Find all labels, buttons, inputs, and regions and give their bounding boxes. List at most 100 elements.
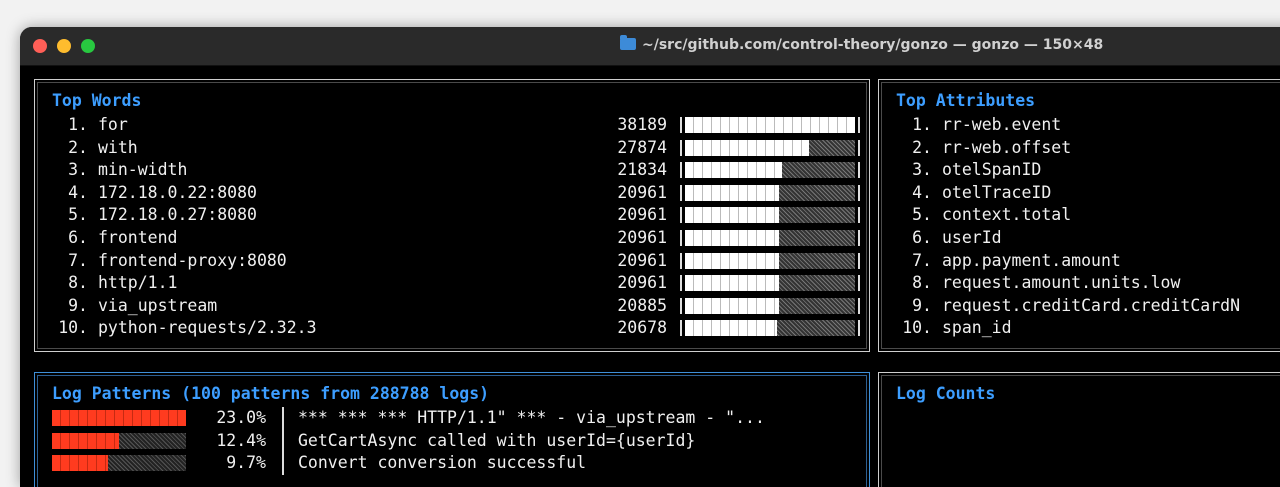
log-counts-panel[interactable]: Log Counts: [878, 372, 1280, 487]
count-bar: [680, 320, 860, 337]
word-count: 27874: [617, 137, 667, 157]
word-count: 20885: [617, 295, 667, 315]
rank: 4.: [68, 182, 88, 202]
top-attribute-row: 5. context.total: [896, 204, 1280, 227]
window-title: ~/src/github.com/control-theory/gonzo — …: [642, 37, 1104, 53]
top-attribute-row: 10. span_id: [896, 317, 1280, 340]
rank: 9.: [68, 295, 88, 315]
count-bar: [680, 207, 860, 224]
pattern-bar: [52, 410, 186, 426]
bar-fill: [685, 230, 779, 246]
word-label: 172.18.0.27:8080: [98, 205, 257, 225]
count-bar: [680, 162, 860, 179]
word-label: python-requests/2.32.3: [98, 318, 317, 338]
bar-track: [685, 230, 855, 246]
log-pattern-row: 9.7% Convert conversion successful: [52, 452, 852, 475]
attribute-label: request.amount.units.low: [942, 273, 1181, 293]
pattern-text: Convert conversion successful: [298, 453, 587, 473]
word-label: frontend: [98, 228, 178, 247]
top-attribute-row: 6. userId: [896, 227, 1280, 250]
attribute-label: otelTraceID: [942, 182, 1052, 202]
log-counts-title: Log Counts: [896, 384, 996, 403]
top-word-row: 2. with 27874: [52, 137, 860, 160]
pattern-bar: [52, 455, 186, 472]
attribute-label: otelSpanID: [942, 160, 1042, 180]
rank: 10.: [902, 318, 932, 338]
rank: 8.: [68, 273, 88, 293]
attribute-label: request.creditCard.creditCardN: [942, 295, 1241, 315]
log-pattern-row: 23.0% *** *** *** HTTP/1.1" *** - via_ups…: [52, 407, 852, 430]
word-count: 20961: [617, 205, 667, 225]
word-label: for: [98, 115, 128, 134]
pattern-bar-fill: [52, 410, 186, 426]
top-attributes-title: Top Attributes: [896, 91, 1036, 110]
rank: 2.: [68, 137, 88, 157]
top-attribute-row: 7. app.payment.amount: [896, 250, 1280, 273]
top-word-row: 1. for 38189: [52, 114, 860, 137]
top-word-row: 5. 172.18.0.27:8080 20961: [52, 204, 860, 227]
top-word-row: 8. http/1.1 20961: [52, 272, 860, 295]
word-count: 20961: [617, 228, 667, 247]
bar-track: [685, 184, 855, 201]
word-label: with: [98, 137, 138, 157]
word-label: http/1.1: [98, 273, 178, 293]
rank: 7.: [912, 250, 932, 270]
pattern-text: *** *** *** HTTP/1.1" *** - via_upstream…: [298, 408, 765, 427]
top-attributes-panel[interactable]: Top Attributes 1. rr-web.event 2. rr-web.of…: [878, 79, 1280, 352]
title-bar: ~/src/github.com/control-theory/gonzo — …: [20, 27, 1280, 66]
word-count: 38189: [617, 115, 667, 134]
minimize-button[interactable]: [57, 39, 71, 53]
rank: 10.: [58, 318, 88, 338]
rank: 6.: [912, 228, 932, 247]
rank: 3.: [68, 160, 88, 180]
pattern-percent: 23.0%: [216, 408, 266, 427]
bar-track: [685, 139, 855, 156]
count-bar: [680, 297, 860, 314]
top-attribute-row: 9. request.creditCard.creditCardN: [896, 295, 1280, 318]
word-label: 172.18.0.22:8080: [98, 182, 257, 202]
terminal-window: ~/src/github.com/control-theory/gonzo — …: [20, 27, 1280, 487]
top-word-row: 3. min-width 21834: [52, 159, 860, 182]
rank: 1.: [912, 115, 932, 134]
attribute-label: context.total: [942, 205, 1072, 225]
bar-track: [685, 320, 855, 337]
pattern-bar: [52, 432, 186, 449]
rank: 9.: [912, 295, 932, 315]
attribute-label: rr-web.offset: [942, 137, 1072, 157]
folder-icon: [620, 35, 636, 50]
word-label: min-width: [98, 160, 188, 180]
count-bar: [680, 117, 860, 133]
top-words-panel[interactable]: Top Words 1. for 38189 2. with 27874 3. min-wid…: [34, 79, 870, 352]
bar-fill: [685, 320, 777, 337]
log-patterns-panel[interactable]: Log Patterns (100 patterns from 288788 l…: [34, 372, 870, 487]
bar-fill: [685, 207, 779, 224]
bar-fill: [685, 162, 782, 179]
top-attribute-row: 4. otelTraceID: [896, 182, 1280, 205]
word-count: 20678: [617, 318, 667, 338]
close-button[interactable]: [33, 39, 47, 53]
log-patterns-title: Log Patterns (100 patterns from 288788 l…: [52, 384, 490, 403]
count-bar: [680, 139, 860, 156]
attribute-label: app.payment.amount: [942, 250, 1121, 270]
zoom-button[interactable]: [81, 39, 95, 53]
attribute-label: rr-web.event: [942, 115, 1062, 134]
rank: 7.: [68, 250, 88, 270]
bar-fill: [685, 117, 855, 133]
word-count: 20961: [617, 182, 667, 202]
pattern-separator: [282, 407, 284, 430]
pattern-bar-fill: [52, 455, 109, 472]
top-attribute-row: 8. request.amount.units.low: [896, 272, 1280, 295]
bar-fill: [685, 275, 779, 292]
top-attribute-row: 2. rr-web.offset: [896, 137, 1280, 160]
rank: 6.: [68, 228, 88, 247]
top-attribute-row: 1. rr-web.event: [896, 114, 1280, 137]
bar-fill: [685, 139, 810, 156]
pattern-separator: [282, 429, 284, 453]
rank: 4.: [912, 182, 932, 202]
bar-track: [685, 207, 855, 224]
top-word-row: 7. frontend-proxy:8080 20961: [52, 250, 860, 273]
top-attribute-row: 3. otelSpanID: [896, 159, 1280, 182]
pattern-separator: [282, 452, 284, 475]
rank: 3.: [912, 160, 932, 180]
attribute-label: userId: [942, 228, 1002, 247]
